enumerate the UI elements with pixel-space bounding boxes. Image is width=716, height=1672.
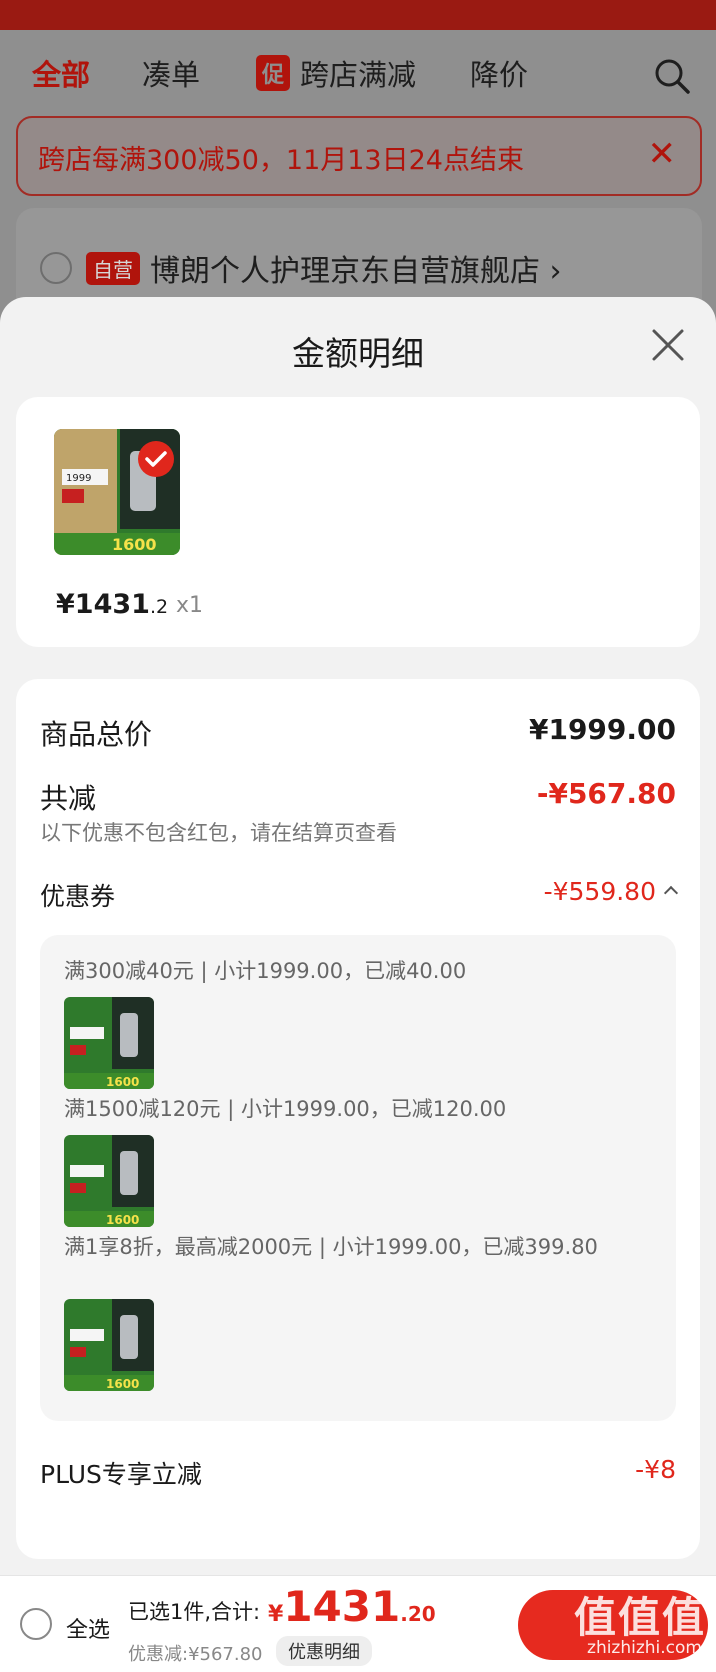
discount-summary: 优惠减:¥567.80 (128, 1644, 263, 1665)
sheet-title: 金额明细 (292, 334, 424, 373)
plus-discount-label: PLUS专享立减 (40, 1460, 202, 1489)
total-reduction-value: -¥567.80 (536, 777, 676, 810)
goods-total-value: ¥1999.00 (528, 713, 676, 746)
coupon-line: 满300减40元 | 小计1999.00，已减40.00 (64, 959, 467, 983)
coupon-line: 满1享8折，最高减2000元 | 小计1999.00，已减399.80 (64, 1235, 598, 1259)
image-coupon-text: 1600 (112, 535, 157, 554)
total-currency: ¥ (268, 1602, 284, 1627)
price-integer: ¥1431 (56, 589, 150, 620)
search-icon[interactable] (652, 56, 692, 96)
store-checkbox[interactable] (40, 252, 72, 284)
promo-notice: 跨店每满300减50，11月13日24点结束 ✕ (16, 116, 702, 196)
store-name-link[interactable]: 博朗个人护理京东自营旗舰店 › (150, 246, 562, 290)
product-thumbnail: 1600 (64, 1135, 154, 1227)
selected-check-icon (138, 441, 174, 477)
select-all-label[interactable]: 全选 (66, 1612, 110, 1644)
checkout-bar: 全选 已选1件,合计: ¥1431.20 优惠减:¥567.80 优惠明细 值值… (0, 1575, 716, 1672)
total-price: ¥1431.20 (268, 1582, 436, 1631)
image-price-text: 1999 (66, 473, 91, 484)
thumbnail-coupon-text: 1600 (106, 1377, 139, 1391)
notice-text: 跨店每满300减50，11月13日24点结束 (38, 145, 524, 176)
chevron-up-icon (663, 885, 679, 901)
coupon-value: -¥559.80 (543, 877, 656, 906)
discount-detail-button[interactable]: 优惠明细 (276, 1636, 372, 1666)
promo-tag: 促 (256, 55, 291, 91)
thumbnail-coupon-text: 1600 (106, 1213, 139, 1227)
total-integer: 1431 (283, 1582, 401, 1631)
product-thumbnail: 1600 (64, 1299, 154, 1391)
tab-all[interactable]: 全部 (32, 52, 90, 94)
coupon-toggle[interactable]: -¥559.80 (543, 877, 679, 906)
product-thumbnail: 1600 (64, 997, 154, 1089)
selection-summary: 已选1件,合计: (128, 1600, 261, 1624)
amount-detail-sheet: 金额明细 1999 1600 ¥1431.2 x1 商品总价 ¥1999.00 … (0, 297, 716, 1575)
close-icon[interactable]: ✕ (648, 134, 677, 174)
total-reduction-label: 共减 (40, 782, 97, 815)
goods-total-label: 商品总价 (40, 718, 153, 751)
self-operated-badge: 自营 (86, 252, 140, 285)
reduction-note: 以下优惠不包含红包，请在结算页查看 (40, 821, 397, 845)
total-decimal: .20 (400, 1602, 436, 1626)
tab-label: 跨店满减 (300, 58, 417, 92)
watermark-url: zhizhizhi.com (587, 1638, 702, 1658)
coupon-label: 优惠券 (40, 882, 116, 911)
product-image[interactable]: 1999 1600 (54, 429, 180, 555)
product-price: ¥1431.2 (56, 589, 168, 620)
tab-bar: 全部 凑单 促跨店满减 降价 (0, 30, 716, 114)
status-bar (0, 0, 716, 30)
select-all-checkbox[interactable] (20, 1608, 52, 1640)
plus-discount-value: -¥8 (635, 1455, 676, 1484)
watermark-logo: 值值值 (573, 1593, 706, 1642)
thumbnail-coupon-text: 1600 (106, 1075, 139, 1089)
product-card: 1999 1600 ¥1431.2 x1 (16, 397, 700, 647)
close-icon[interactable] (650, 327, 686, 363)
product-quantity: x1 (176, 593, 204, 618)
price-breakdown-card: 商品总价 ¥1999.00 共减 -¥567.80 以下优惠不包含红包，请在结算… (16, 679, 700, 1559)
tab-bundle[interactable]: 凑单 (142, 52, 200, 94)
coupon-list: 满300减40元 | 小计1999.00，已减40.00 1600 满1500减… (40, 935, 676, 1421)
coupon-line: 满1500减120元 | 小计1999.00，已减120.00 (64, 1097, 507, 1121)
price-decimal: .2 (149, 596, 169, 618)
tab-cross-store-discount[interactable]: 促跨店满减 (256, 52, 416, 94)
tab-price-drop[interactable]: 降价 (470, 52, 528, 94)
